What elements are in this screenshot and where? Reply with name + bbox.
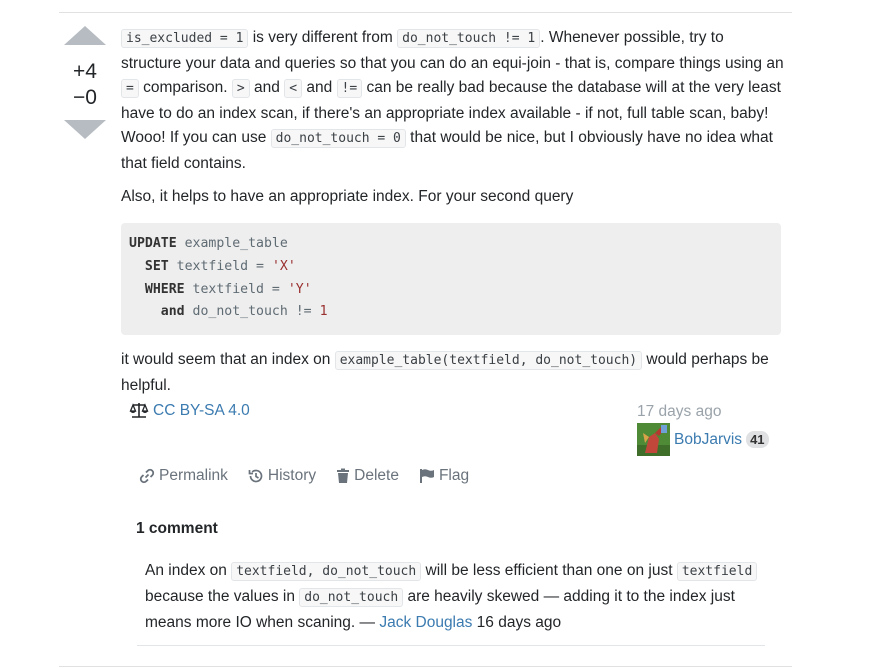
inline-code: do_not_touch (299, 588, 404, 607)
answer-paragraph-1: is_excluded = 1 is very different from d… (121, 26, 786, 177)
text: and (302, 79, 337, 97)
flag-button[interactable]: Flag (419, 467, 469, 485)
inline-code: != (336, 79, 363, 99)
inline-code: > (231, 79, 250, 99)
comment-author-link[interactable]: Jack Douglas (379, 614, 472, 631)
answer-paragraph-2: Also, it helps to have an appropriate in… (121, 187, 574, 205)
sql-text: example_table (176, 236, 288, 252)
inline-code: = (121, 79, 139, 99)
text: because the values in (145, 588, 300, 605)
sql-string: 'X' (271, 258, 296, 274)
upvote-count: +4 (73, 60, 97, 83)
comment-time: 16 days ago (472, 614, 562, 631)
sql-keyword: SET (144, 258, 169, 274)
comments-heading: 1 comment (136, 520, 218, 537)
text: will be less efficient than one on just (421, 562, 677, 579)
sql-text: textfield = (168, 258, 272, 274)
flag-icon (419, 469, 434, 483)
downvote-arrow-icon[interactable] (64, 120, 106, 139)
post-time: 17 days ago (637, 403, 722, 420)
bottom-divider (59, 666, 792, 667)
answer-paragraph-3: it would seem that an index on example_t… (121, 348, 786, 398)
license-label: CC BY-SA 4.0 (153, 402, 250, 419)
inline-code: do_not_touch = 0 (270, 129, 406, 149)
post-actions: Permalink History Delete Flag (139, 467, 469, 485)
answer-body: is_excluded = 1 is very different from d… (121, 26, 786, 398)
history-button[interactable]: History (248, 467, 316, 485)
permalink-label: Permalink (159, 467, 228, 484)
inline-code: textfield (676, 562, 758, 581)
top-divider (59, 12, 792, 13)
upvote-arrow-icon[interactable] (64, 26, 106, 45)
comment-text: An index on textfield, do_not_touch will… (145, 558, 765, 635)
vote-panel: +4 −0 (64, 26, 106, 139)
delete-label: Delete (354, 467, 399, 484)
avatar[interactable] (637, 423, 670, 456)
delete-button[interactable]: Delete (336, 467, 399, 485)
sql-keyword: and (160, 304, 185, 320)
inline-code: example_table(textfield, do_not_touch) (334, 350, 643, 370)
author-name-link[interactable]: BobJarvis (674, 431, 742, 449)
history-icon (248, 469, 263, 483)
flag-label: Flag (438, 467, 470, 484)
sql-keyword: WHERE (144, 281, 185, 297)
history-label: History (267, 467, 317, 484)
sql-code-block: UPDATE example_table SET textfield = 'X'… (121, 223, 781, 335)
user-card: 17 days ago BobJarvis 41 (637, 402, 787, 456)
comment-item: An index on textfield, do_not_touch will… (137, 558, 765, 646)
text: An index on (145, 562, 232, 579)
avatar-image-icon (637, 423, 670, 456)
sql-text: textfield = (184, 281, 288, 297)
reputation-badge: 41 (746, 431, 769, 448)
inline-code: textfield, do_not_touch (231, 562, 422, 581)
sql-number: 1 (319, 304, 328, 320)
permalink-button[interactable]: Permalink (139, 467, 228, 485)
inline-code: do_not_touch != 1 (397, 29, 541, 48)
license-link[interactable]: CC BY-SA 4.0 (129, 402, 250, 420)
text: comparison. (138, 79, 232, 97)
inline-code: < (284, 79, 303, 99)
sql-text: do_not_touch != (184, 304, 320, 320)
link-icon (139, 468, 155, 484)
sql-keyword: UPDATE (129, 236, 177, 252)
text: and (249, 79, 285, 97)
trash-icon (337, 468, 350, 483)
text: it would seem that an index on (121, 350, 335, 368)
scale-icon (129, 403, 149, 418)
sql-string: 'Y' (287, 281, 312, 297)
text: is very different from (248, 29, 398, 46)
downvote-count: −0 (73, 86, 97, 109)
inline-code: is_excluded = 1 (121, 29, 249, 48)
